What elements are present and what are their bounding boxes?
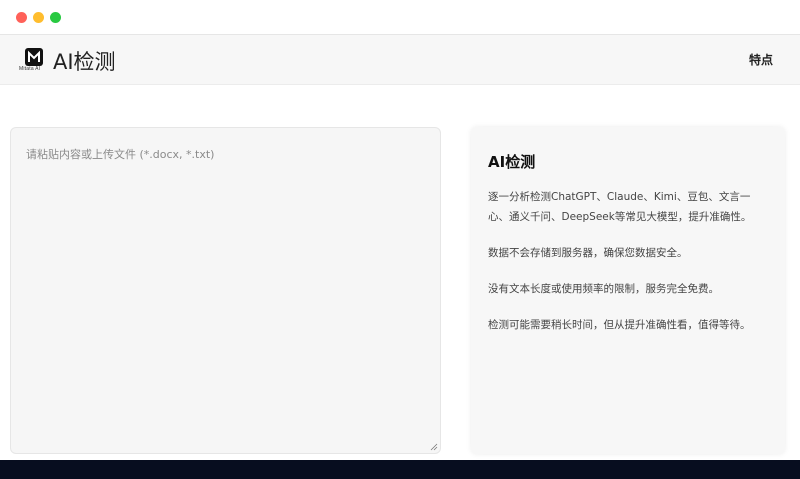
minimize-window-button[interactable] <box>33 12 44 23</box>
resize-handle-icon[interactable] <box>430 443 438 451</box>
page-title: AI检测 <box>53 50 116 74</box>
close-window-button[interactable] <box>16 12 27 23</box>
site-header: Mitata AI AI检测 特点 <box>0 35 800 85</box>
content-input[interactable] <box>11 128 440 453</box>
info-paragraph-free: 没有文本长度或使用频率的限制，服务完全免费。 <box>488 283 719 295</box>
footer-bar <box>0 460 800 479</box>
nav-link-features[interactable]: 特点 <box>749 51 773 68</box>
info-paragraph-accuracy: 检测可能需要稍长时间，但从提升准确性看，值得等待。 <box>488 319 751 331</box>
info-paragraph-models: 逐一分析检测ChatGPT、Claude、Kimi、豆包、文言一心、通义千问、D… <box>488 191 752 223</box>
maximize-window-button[interactable] <box>50 12 61 23</box>
text-input-card <box>10 127 441 454</box>
window-titlebar <box>0 0 800 35</box>
logo-caption: Mitata AI <box>19 66 41 72</box>
info-title: AI检测 <box>488 153 536 171</box>
info-paragraph-privacy: 数据不会存储到服务器，确保您数据安全。 <box>488 247 688 259</box>
info-card: AI检测 逐一分析检测ChatGPT、Claude、Kimi、豆包、文言一心、通… <box>471 127 785 454</box>
